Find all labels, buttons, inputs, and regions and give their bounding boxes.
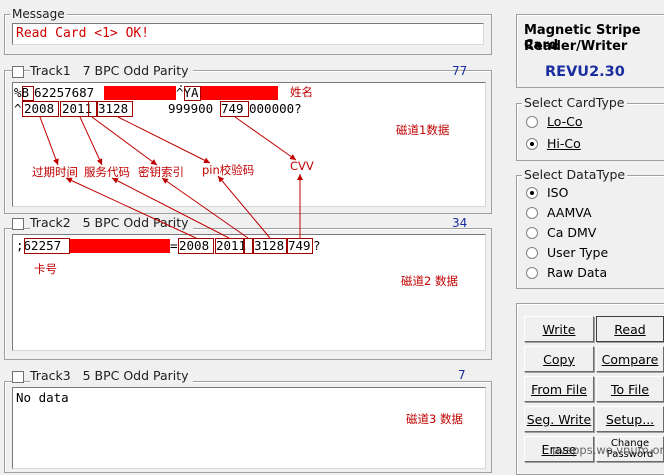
data-type-raw-data[interactable]: Raw Data xyxy=(526,265,607,280)
device-model: REVU2.30 xyxy=(545,64,625,80)
card-type-legend: Select CardType xyxy=(522,95,627,110)
data-type-legend: Select DataType xyxy=(522,167,628,182)
write-button[interactable]: Write xyxy=(524,316,594,342)
copy-button[interactable]: Copy xyxy=(524,346,594,372)
card-type-group xyxy=(516,103,664,161)
watermark-text: pvspps.wo.vnum.org xyxy=(552,443,664,457)
card-type-hi-co[interactable]: Hi-Co xyxy=(526,136,581,151)
device-title-line2: Reader/Writer xyxy=(524,39,628,54)
data-type-iso[interactable]: ISO xyxy=(526,185,568,200)
seg-write-button[interactable]: Seg. Write xyxy=(524,406,594,432)
data-type-ca-dmv[interactable]: Ca DMV xyxy=(526,225,596,240)
setup-button[interactable]: Setup... xyxy=(596,406,664,432)
to-file-button[interactable]: To File xyxy=(596,376,664,402)
compare-button[interactable]: Compare xyxy=(596,346,664,372)
data-type-aamva[interactable]: AAMVA xyxy=(526,205,592,220)
card-type-lo-co[interactable]: Lo-Co xyxy=(526,114,583,129)
data-type-user-type[interactable]: User Type xyxy=(526,245,608,260)
read-button[interactable]: Read xyxy=(596,316,664,342)
from-file-button[interactable]: From File xyxy=(524,376,594,402)
annotation-arrows xyxy=(39,85,303,239)
